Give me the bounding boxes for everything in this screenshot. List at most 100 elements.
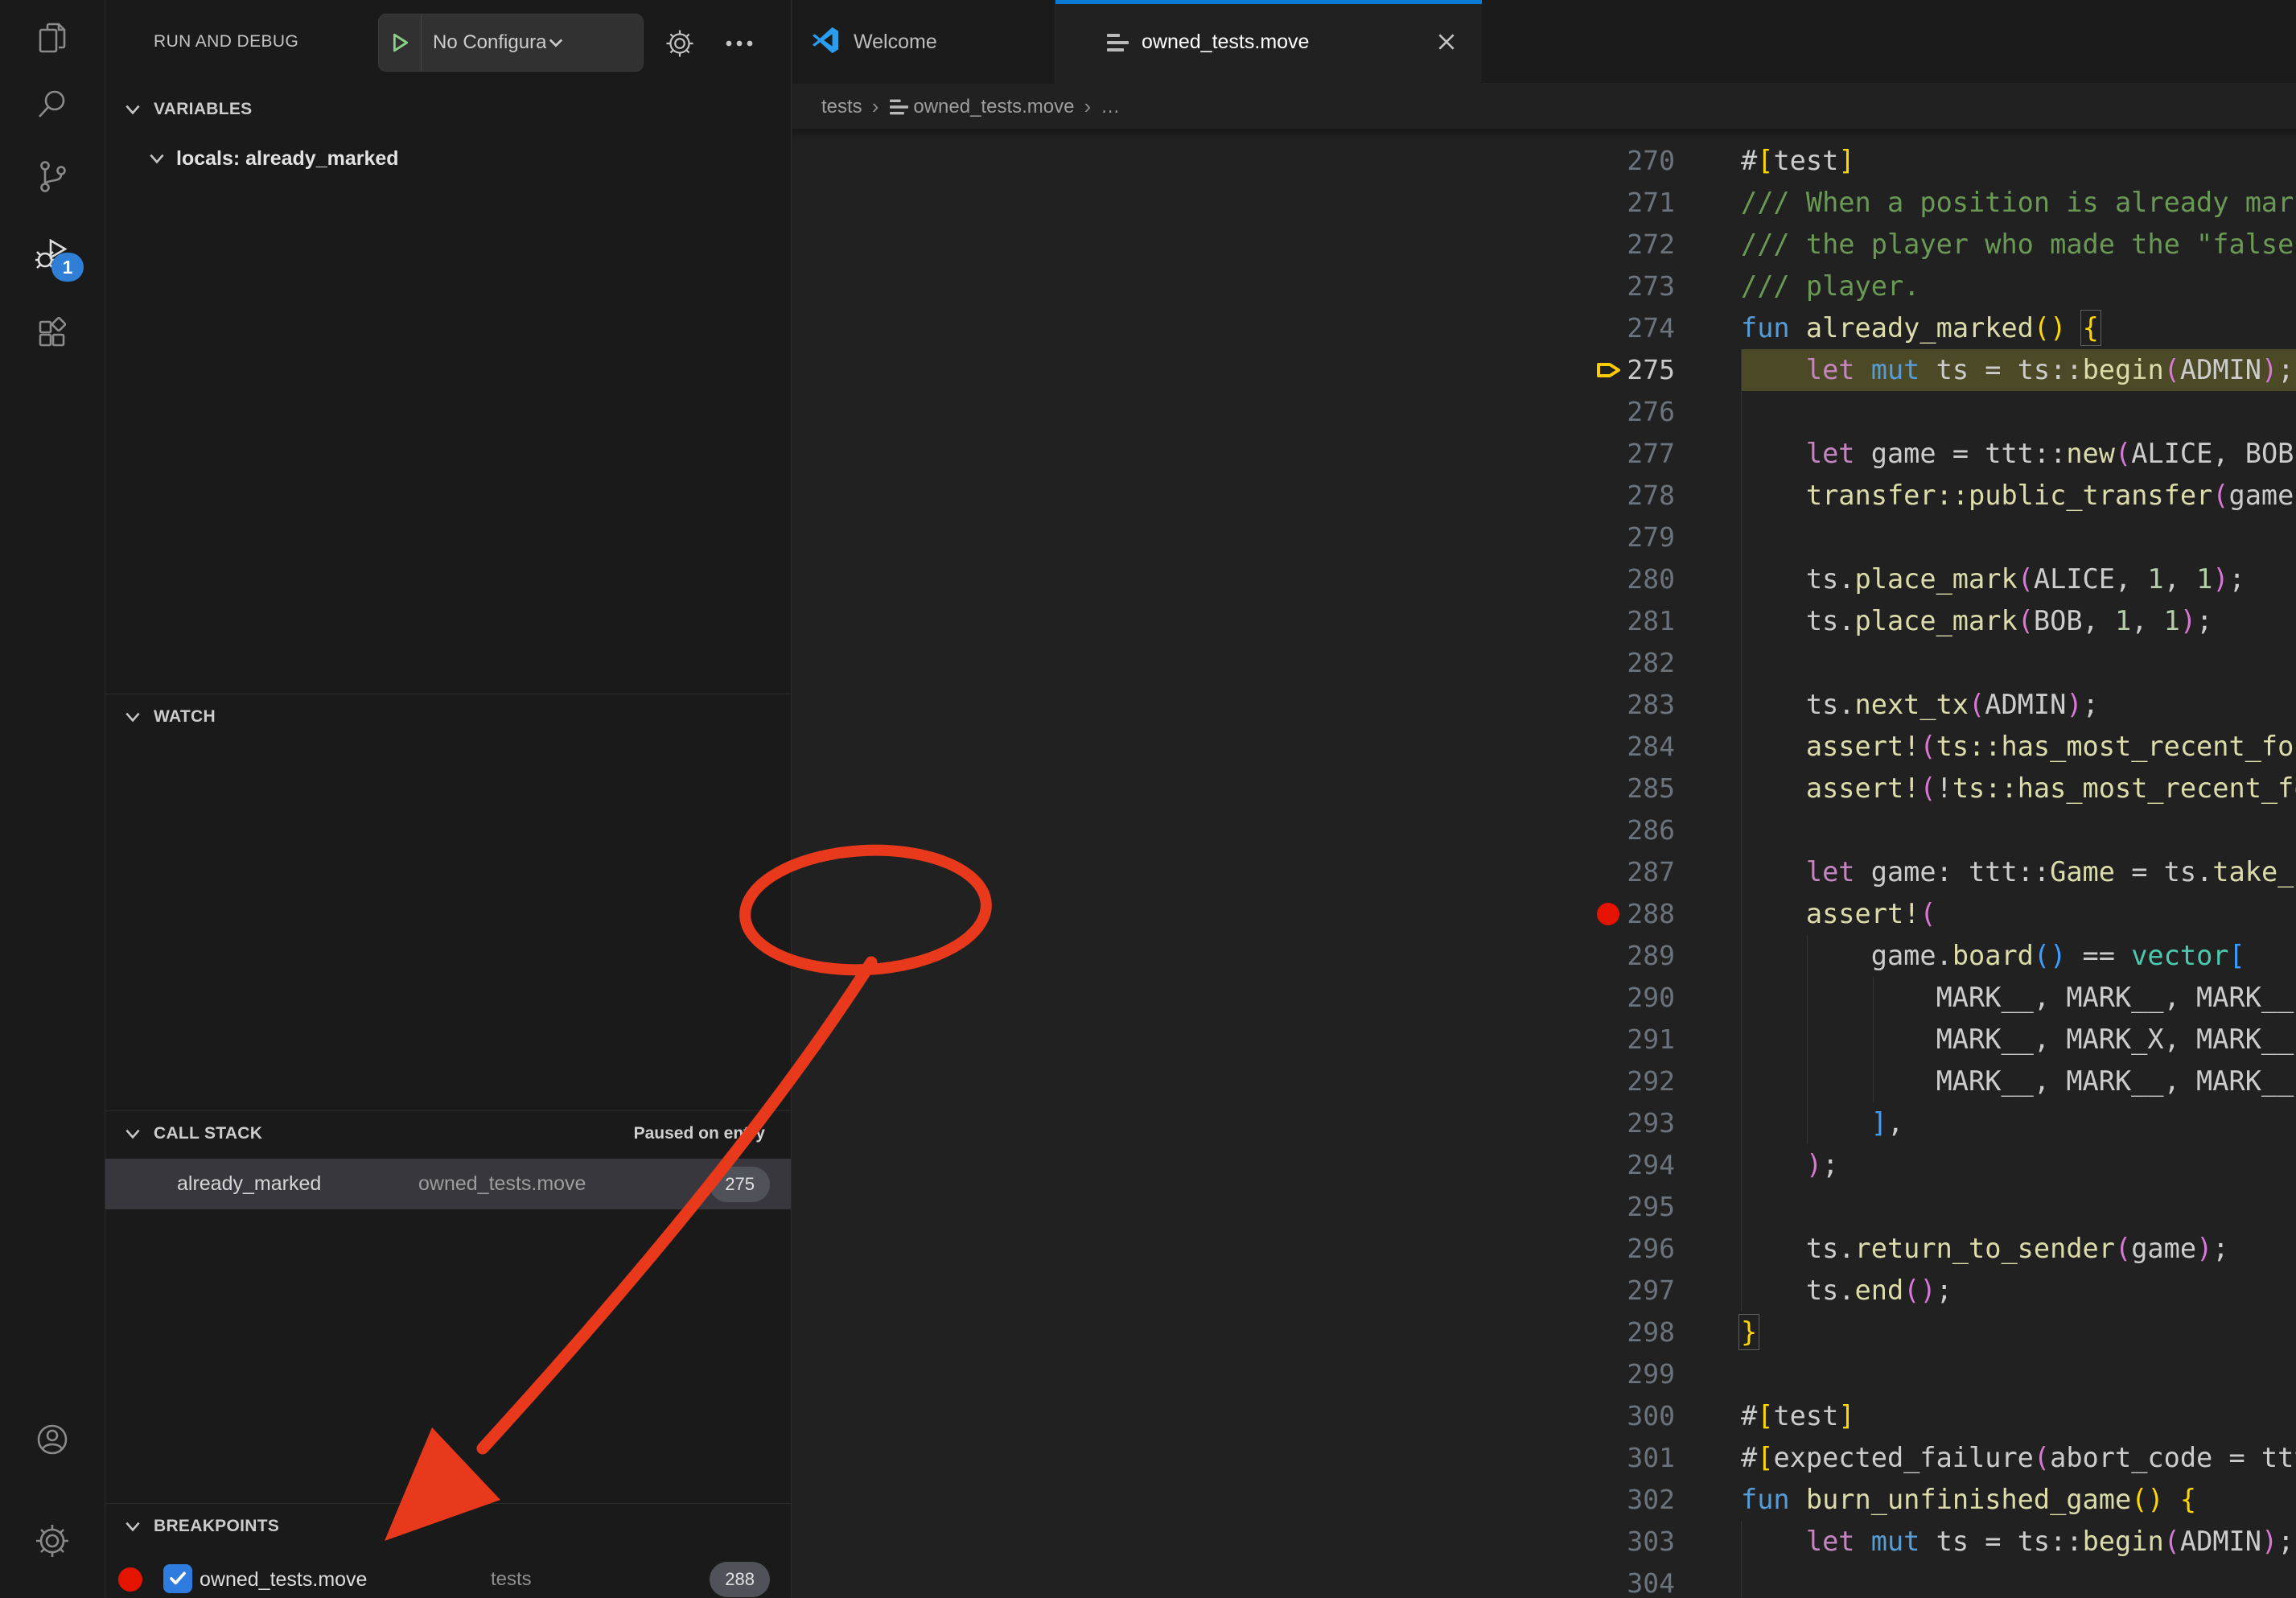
code-line-text[interactable] [1741, 517, 2296, 558]
code-line-text[interactable]: let game = ttt::new(ALICE, BOB, KEY, ts.… [1741, 433, 2296, 475]
code-line-text[interactable]: MARK__, MARK_X, MARK__, [1741, 1019, 2296, 1061]
line-number[interactable]: 279 [1627, 517, 1675, 558]
code-line-text[interactable] [1741, 1186, 2296, 1228]
code-line-text[interactable]: game.board() == vector[ [1741, 935, 2296, 977]
line-number[interactable]: 275 [1627, 349, 1675, 391]
line-number[interactable]: 304 [1627, 1563, 1675, 1598]
line-number[interactable]: 273 [1627, 266, 1675, 307]
extensions-icon[interactable] [34, 314, 71, 351]
line-number[interactable]: 303 [1627, 1521, 1675, 1563]
code-line-text[interactable]: assert!(ts::has_most_recent_for_address<… [1741, 726, 2296, 768]
call-stack-section-header[interactable]: CALL STACK Paused on entry [105, 1110, 791, 1155]
gutter[interactable]: 287 [1583, 851, 1741, 893]
line-number[interactable]: 294 [1627, 1144, 1675, 1186]
gutter[interactable]: 276 [1583, 391, 1741, 433]
gutter[interactable]: 278 [1583, 475, 1741, 517]
code-line-text[interactable]: ts.return_to_sender(game); [1741, 1228, 2296, 1270]
debug-config-dropdown[interactable]: No Configura [378, 14, 644, 72]
debug-settings-gear-icon[interactable] [660, 24, 699, 63]
code-line-text[interactable]: ); [1741, 1144, 2296, 1186]
line-number[interactable]: 302 [1627, 1479, 1675, 1521]
breadcrumb-folder[interactable]: tests [821, 96, 862, 118]
gutter[interactable]: 285 [1583, 768, 1741, 809]
gutter[interactable]: 301 [1583, 1437, 1741, 1479]
line-number[interactable]: 300 [1627, 1395, 1675, 1437]
gutter[interactable]: 303 [1583, 1521, 1741, 1563]
line-number[interactable]: 298 [1627, 1312, 1675, 1353]
line-number[interactable]: 283 [1627, 684, 1675, 726]
line-number[interactable]: 289 [1627, 935, 1675, 977]
gutter[interactable]: 282 [1583, 642, 1741, 684]
breakpoint-checkbox[interactable] [163, 1564, 192, 1593]
code-area[interactable]: 270 #[test] 271 /// When a position is alre… [1583, 129, 2296, 1598]
code-line-text[interactable]: ts.end(); [1741, 1270, 2296, 1312]
gutter[interactable]: 274 [1583, 307, 1741, 349]
explorer-icon[interactable] [34, 19, 71, 56]
locals-scope-row[interactable]: locals: already_marked [105, 137, 791, 180]
watch-section-header[interactable]: WATCH [105, 694, 791, 739]
gutter[interactable]: 281 [1583, 600, 1741, 642]
code-line-text[interactable]: #[expected_failure(abort_code = ttt::ENo… [1741, 1437, 2296, 1479]
line-number[interactable]: 291 [1627, 1019, 1675, 1061]
code-line-text[interactable]: #[test] [1741, 1395, 2296, 1437]
gutter[interactable]: 289 [1583, 935, 1741, 977]
gutter[interactable]: 294 [1583, 1144, 1741, 1186]
close-tab-icon[interactable] [1434, 29, 1459, 55]
line-number[interactable]: 270 [1627, 140, 1675, 182]
gutter[interactable]: 291 [1583, 1019, 1741, 1061]
breakpoints-section-header[interactable]: BREAKPOINTS [105, 1503, 791, 1548]
settings-gear-icon[interactable] [34, 1522, 71, 1559]
line-number[interactable]: 301 [1627, 1437, 1675, 1479]
line-number[interactable]: 284 [1627, 726, 1675, 768]
source-control-icon[interactable] [34, 158, 71, 195]
code-line-text[interactable]: ts.place_mark(ALICE, 1, 1); [1741, 558, 2296, 600]
code-line-text[interactable]: ts.place_mark(BOB, 1, 1); [1741, 600, 2296, 642]
breadcrumb[interactable]: tests › owned_tests.move › … [792, 84, 2296, 129]
gutter[interactable]: 292 [1583, 1061, 1741, 1102]
breakpoint-marker[interactable] [1594, 900, 1622, 928]
gutter[interactable]: 288 [1583, 893, 1741, 935]
line-number[interactable]: 282 [1627, 642, 1675, 684]
gutter[interactable]: 275 [1583, 349, 1741, 391]
line-number[interactable]: 297 [1627, 1270, 1675, 1312]
code-line-text[interactable] [1741, 1353, 2296, 1395]
line-number[interactable]: 290 [1627, 977, 1675, 1019]
code-line-text[interactable]: assert!( [1741, 893, 2296, 935]
line-number[interactable]: 288 [1627, 893, 1675, 935]
tab-owned-tests-move[interactable]: owned_tests.move [1055, 0, 1482, 84]
gutter[interactable]: 272 [1583, 224, 1741, 266]
tab-welcome[interactable]: Welcome [792, 0, 1055, 84]
gutter[interactable]: 270 [1583, 140, 1741, 182]
start-debugging-icon[interactable] [379, 33, 421, 52]
line-number[interactable]: 292 [1627, 1061, 1675, 1102]
gutter[interactable]: 277 [1583, 433, 1741, 475]
gutter[interactable]: 297 [1583, 1270, 1741, 1312]
code-line-text[interactable]: let game: ttt::Game = ts.take_from_sende… [1741, 851, 2296, 893]
more-actions-icon[interactable] [720, 24, 759, 63]
code-line-text[interactable]: let mut ts = ts::begin(ADMIN); [1741, 1521, 2296, 1563]
call-stack-frame-row[interactable]: already_marked owned_tests.move 275 [105, 1159, 791, 1209]
gutter[interactable]: 279 [1583, 517, 1741, 558]
gutter[interactable]: 304 [1583, 1563, 1741, 1598]
gutter[interactable]: 284 [1583, 726, 1741, 768]
gutter[interactable]: 298 [1583, 1312, 1741, 1353]
variables-section-header[interactable]: VARIABLES [105, 87, 791, 132]
gutter[interactable]: 300 [1583, 1395, 1741, 1437]
breadcrumb-file[interactable]: owned_tests.move [913, 96, 1074, 118]
code-line-text[interactable]: /// When a position is already marked, t… [1741, 182, 2296, 224]
line-number[interactable]: 280 [1627, 558, 1675, 600]
code-line-text[interactable] [1741, 1563, 2296, 1598]
gutter[interactable]: 280 [1583, 558, 1741, 600]
gutter[interactable]: 302 [1583, 1479, 1741, 1521]
gutter[interactable]: 286 [1583, 809, 1741, 851]
current-execution-marker[interactable] [1594, 356, 1622, 384]
code-line-text[interactable]: ], [1741, 1102, 2296, 1144]
code-line-text[interactable]: assert!(!ts::has_most_recent_for_address… [1741, 768, 2296, 809]
gutter[interactable]: 271 [1583, 182, 1741, 224]
gutter[interactable]: 283 [1583, 684, 1741, 726]
gutter[interactable]: 273 [1583, 266, 1741, 307]
line-number[interactable]: 271 [1627, 182, 1675, 224]
line-number[interactable]: 277 [1627, 433, 1675, 475]
line-number[interactable]: 281 [1627, 600, 1675, 642]
code-line-text[interactable] [1741, 391, 2296, 433]
